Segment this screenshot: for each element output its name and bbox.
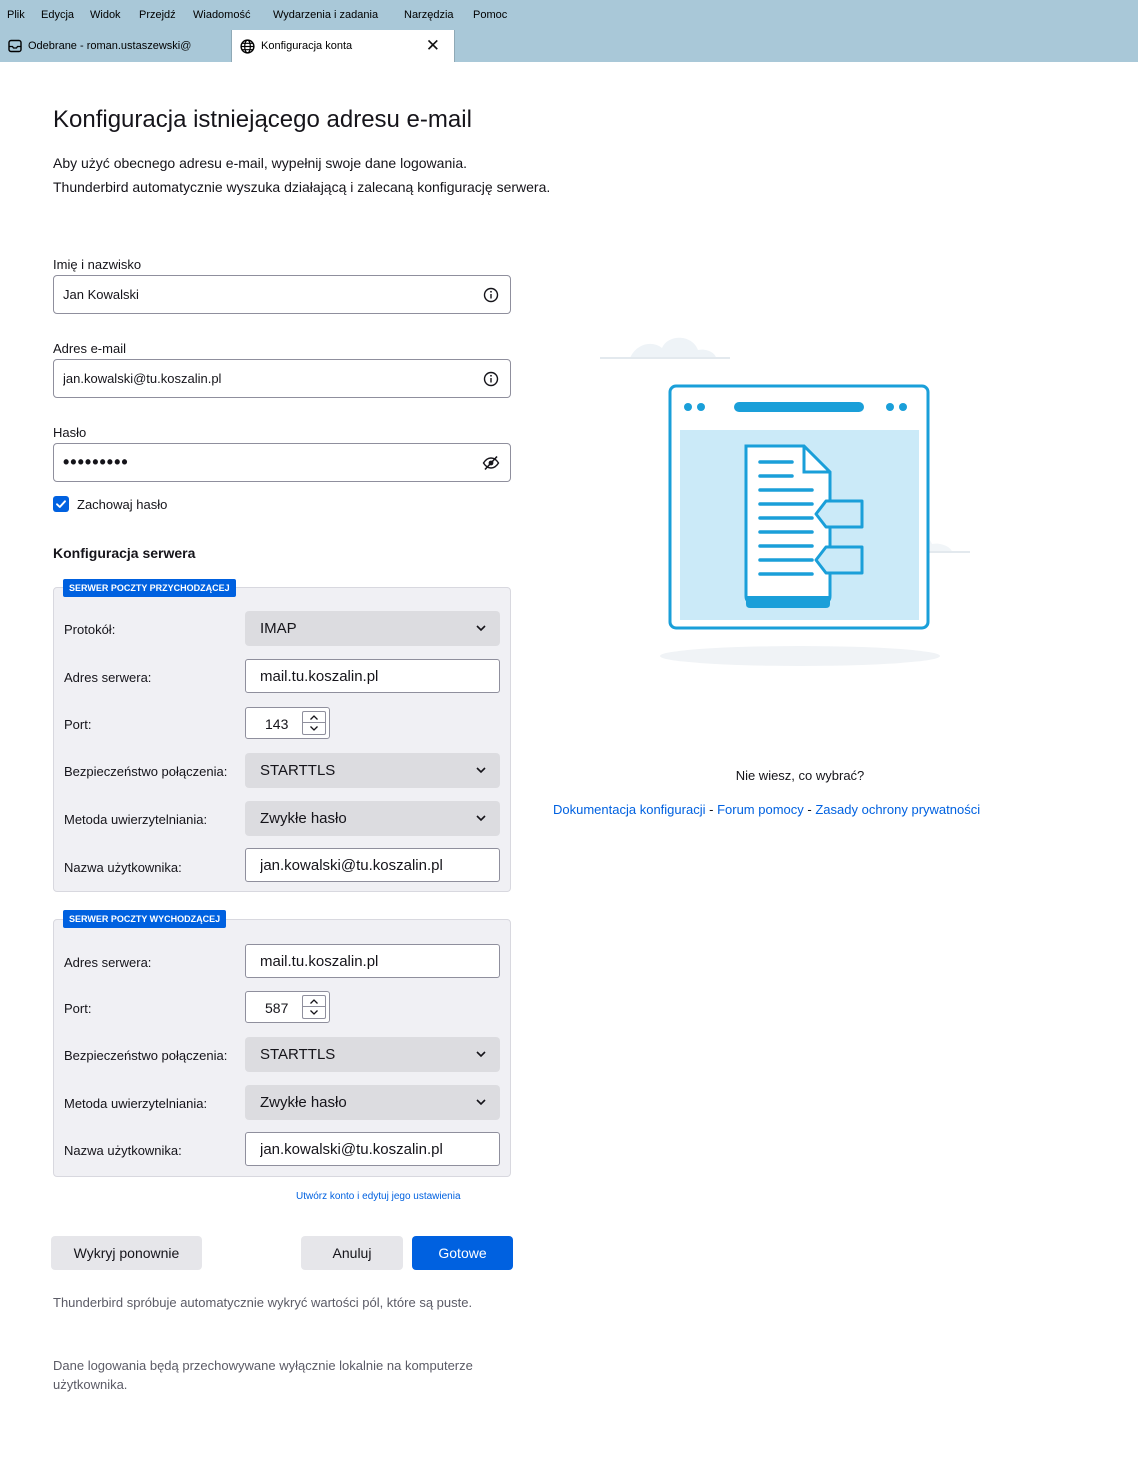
docs-link[interactable]: Dokumentacja konfiguracji: [553, 802, 705, 817]
outgoing-auth-select[interactable]: Zwykłe hasło: [245, 1085, 500, 1120]
incoming-username-label: Nazwa użytkownika:: [64, 860, 182, 875]
retest-button[interactable]: Wykryj ponownie: [51, 1236, 202, 1270]
outgoing-address-input[interactable]: [245, 944, 500, 978]
chevron-down-icon: [476, 815, 486, 822]
spin-up-icon[interactable]: [303, 996, 325, 1007]
outgoing-auth-value: Zwykłe hasło: [260, 1094, 347, 1111]
remember-password-label[interactable]: Zachowaj hasło: [77, 497, 167, 512]
email-input[interactable]: [53, 359, 511, 398]
password-input[interactable]: [53, 443, 511, 482]
menu-edit[interactable]: Edycja: [41, 9, 74, 21]
outgoing-address-label: Adres serwera:: [64, 955, 152, 970]
chevron-down-icon: [476, 767, 486, 774]
menu-tools[interactable]: Narzędzia: [404, 9, 454, 21]
outgoing-security-label: Bezpieczeństwo połączenia:: [64, 1048, 228, 1063]
inbox-icon: [8, 39, 22, 53]
outgoing-port-input[interactable]: 587: [245, 991, 330, 1023]
incoming-auth-value: Zwykłe hasło: [260, 810, 347, 827]
tab-strip: Odebrane - roman.ustaszewski@ Konfigurac…: [0, 30, 1138, 62]
outgoing-security-value: STARTTLS: [260, 1046, 336, 1063]
done-button[interactable]: Gotowe: [412, 1236, 513, 1270]
spin-up-icon[interactable]: [303, 712, 325, 723]
info-icon[interactable]: [481, 369, 501, 389]
incoming-auth-select[interactable]: Zwykłe hasło: [245, 801, 500, 836]
eye-slash-icon[interactable]: [481, 453, 501, 473]
tab-account-setup[interactable]: Konfiguracja konta ✕: [231, 30, 455, 62]
outgoing-username-input[interactable]: [245, 1132, 500, 1166]
forum-link[interactable]: Forum pomocy: [717, 802, 804, 817]
spin-down-icon[interactable]: [303, 723, 325, 734]
cancel-button[interactable]: Anuluj: [301, 1236, 403, 1270]
incoming-port-label: Port:: [64, 717, 92, 732]
name-input[interactable]: [53, 275, 511, 314]
incoming-protocol-label: Protokół:: [64, 622, 116, 637]
outgoing-server-legend: SERWER POCZTY WYCHODZĄCEJ: [63, 910, 227, 928]
email-label: Adres e-mail: [53, 341, 126, 356]
incoming-security-label: Bezpieczeństwo połączenia:: [64, 764, 228, 779]
globe-icon: [240, 38, 255, 54]
incoming-security-select[interactable]: STARTTLS: [245, 753, 500, 788]
password-label: Hasło: [53, 425, 87, 440]
link-separator: -: [709, 802, 714, 817]
menu-message[interactable]: Wiadomość: [193, 9, 250, 21]
incoming-security-value: STARTTLS: [260, 762, 336, 779]
info-icon[interactable]: [481, 285, 501, 305]
tab-account-setup-label: Konfiguracja konta: [261, 40, 353, 52]
chevron-down-icon: [476, 1099, 486, 1106]
link-separator: -: [807, 802, 812, 817]
outgoing-port-value: 587: [265, 1000, 289, 1016]
incoming-server-legend: SERWER POCZTY PRZYCHODZĄCEJ: [63, 579, 236, 597]
help-links: Dokumentacja konfiguracji - Forum pomocy…: [553, 802, 980, 817]
chevron-down-icon: [476, 625, 486, 632]
menu-view[interactable]: Widok: [90, 9, 121, 21]
outgoing-auth-label: Metoda uwierzytelniania:: [64, 1096, 208, 1111]
incoming-username-input[interactable]: [245, 848, 500, 882]
outgoing-username-label: Nazwa użytkownika:: [64, 1143, 182, 1158]
tab-inbox[interactable]: Odebrane - roman.ustaszewski@: [8, 30, 226, 62]
tab-inbox-label: Odebrane - roman.ustaszewski@: [28, 40, 192, 52]
menu-file[interactable]: Plik: [7, 9, 25, 21]
privacy-link[interactable]: Zasady ochrony prywatności: [815, 802, 980, 817]
incoming-address-label: Adres serwera:: [64, 670, 152, 685]
server-config-heading: Konfiguracja serwera: [53, 545, 196, 561]
chevron-down-icon: [476, 1051, 486, 1058]
menu-bar: Plik Edycja Widok Przejdź Wiadomość Wyda…: [0, 0, 1138, 30]
help-question: Nie wiesz, co wybrać?: [735, 768, 865, 783]
incoming-port-spinner: [302, 711, 326, 735]
spin-down-icon[interactable]: [303, 1007, 325, 1018]
incoming-address-input[interactable]: [245, 659, 500, 693]
checkmark-icon: [56, 500, 66, 508]
menu-help[interactable]: Pomoc: [473, 9, 507, 21]
incoming-auth-label: Metoda uwierzytelniania:: [64, 812, 208, 827]
menu-events[interactable]: Wydarzenia i zadania: [273, 9, 378, 21]
page-title: Konfiguracja istniejącego adresu e-mail: [53, 106, 472, 133]
outgoing-security-select[interactable]: STARTTLS: [245, 1037, 500, 1072]
outgoing-port-label: Port:: [64, 1001, 92, 1016]
outgoing-port-spinner: [302, 995, 326, 1019]
incoming-protocol-select[interactable]: IMAP: [245, 611, 500, 646]
autodetect-note: Thunderbird spróbuje automatycznie wykry…: [53, 1295, 473, 1310]
incoming-port-input[interactable]: 143: [245, 707, 330, 739]
name-label: Imię i nazwisko: [53, 257, 142, 272]
incoming-protocol-value: IMAP: [260, 620, 297, 637]
menu-go[interactable]: Przejdź: [139, 9, 176, 21]
advanced-config-link[interactable]: Utwórz konto i edytuj jego ustawienia: [296, 1191, 461, 1202]
local-storage-note: Dane logowania będą przechowywane wyłącz…: [53, 1358, 473, 1392]
intro-line-2: Thunderbird automatycznie wyszuka działa…: [53, 179, 551, 195]
incoming-port-value: 143: [265, 716, 289, 732]
intro-line-1: Aby użyć obecnego adresu e-mail, wypełni…: [53, 155, 468, 171]
close-tab-icon[interactable]: ✕: [426, 37, 440, 54]
account-setup-illustration: [600, 337, 970, 666]
remember-password-checkbox[interactable]: [53, 496, 69, 512]
